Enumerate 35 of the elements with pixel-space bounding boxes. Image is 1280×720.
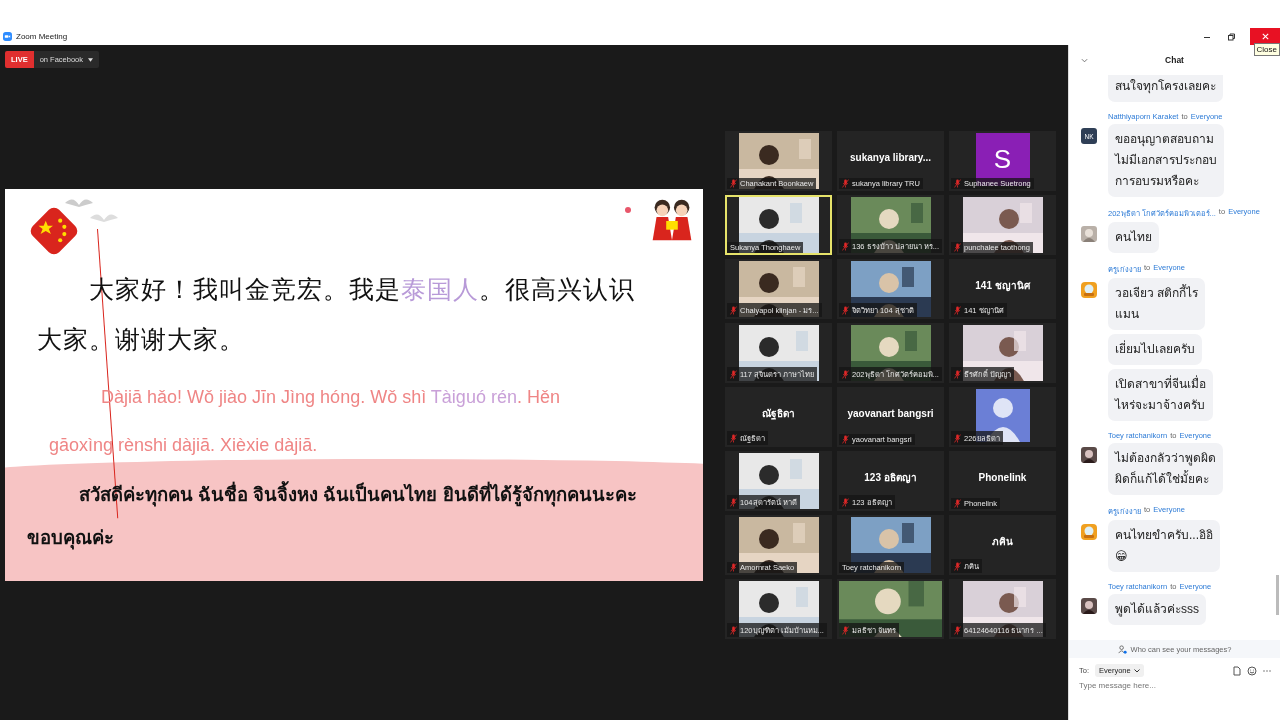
participant-name-large: ภคิน: [992, 534, 1013, 549]
message-bubble: วอเจียว สติกกี้ไร แมน: [1108, 278, 1206, 330]
caret-icon: [1133, 668, 1140, 673]
message-input[interactable]: Type message here...: [1079, 679, 1229, 692]
close-icon: [1260, 32, 1270, 41]
message-bubble: ขออนุญาตสอบถาม ไม่มีเอกสารประกอบ การอบรมหรือคะ: [1108, 124, 1224, 197]
participant-name-large: yaovanart bangsri: [847, 407, 934, 419]
message-bubble: เปิดสาขาที่จีนเมื่อ ไหร่จะมาจ้างครับ: [1108, 369, 1213, 421]
message-bubble: ไม่ต้องกลัวว่าพูดผิด ผิดก็แก้ได้ใช่มั้ยคะ: [1108, 443, 1223, 495]
people-icon: [1117, 644, 1127, 654]
tooltip: Close: [1253, 43, 1280, 56]
restore-icon[interactable]: [1226, 31, 1236, 42]
participant-name-large: sukanya library...: [850, 151, 931, 163]
message-bubble: คนไทยขำครับ...อิอิ 😁: [1108, 520, 1220, 572]
app-icon: [3, 32, 12, 41]
participant-name-large: 123 อธิตญา: [864, 470, 917, 485]
close-button[interactable]: [1250, 28, 1280, 45]
thai-text: สวัสดีค่ะทุกคน ฉันชื่อ จินจิ้งหง ฉันเป็นคนไทย ยินดีที่ได้รู้จักทุกคนนะคะ ขอบคุณค่ะ: [5, 473, 703, 559]
participant-name-large: 141 ชญานิศ: [975, 278, 1030, 293]
emoji-icon[interactable]: [1247, 665, 1257, 676]
chat-title: Chat: [1165, 55, 1184, 65]
participant-name-large: Phonelink: [978, 471, 1027, 483]
message-bubble: พูดได้แล้วค่ะsss: [1108, 594, 1206, 625]
message-bubble: เยี่ยมไปเลยครับ: [1108, 334, 1202, 365]
participant-name-large: ณัฐธิดา: [762, 406, 795, 421]
window-title: Zoom Meeting: [16, 32, 68, 41]
cartoon-avatar-icon: [1081, 282, 1097, 298]
file-icon[interactable]: [1232, 665, 1242, 676]
caret-icon: [88, 57, 94, 62]
cartoon-avatar-icon: [1081, 524, 1097, 540]
chinese-text: 大家好！我叫金竞宏。我是泰国人。很高兴认识大家。谢谢大家。: [36, 274, 636, 356]
message-bubble: สนใจทุกโครงเลยคะ: [1108, 75, 1223, 102]
message-bubble: คนไทย: [1108, 222, 1159, 253]
dot-icon: [625, 207, 631, 213]
chevron-down-icon[interactable]: [1081, 57, 1088, 63]
